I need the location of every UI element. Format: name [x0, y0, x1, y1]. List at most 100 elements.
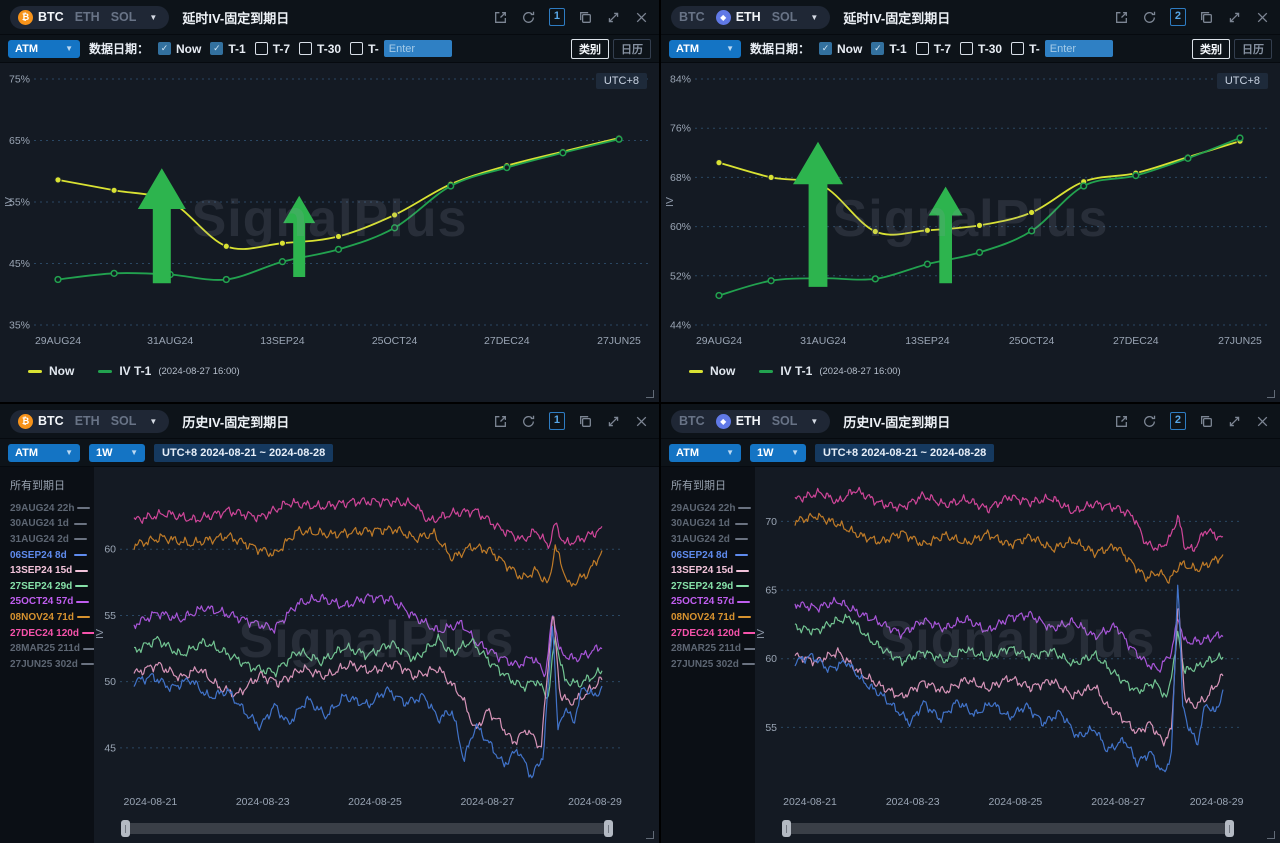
tab-btc[interactable]: BTC: [679, 10, 705, 24]
checkbox-checked[interactable]: ✓: [158, 42, 171, 55]
close-icon[interactable]: [1255, 10, 1270, 25]
strike-select[interactable]: ATM▼: [8, 444, 80, 462]
range-slider-left-handle[interactable]: [121, 820, 130, 837]
tab-sol[interactable]: SOL: [772, 414, 798, 428]
expiry-item[interactable]: 31AUG24 2d: [10, 533, 87, 546]
date-checkbox-t-7[interactable]: ✓T-7: [916, 42, 951, 56]
expiry-item[interactable]: 27DEC24 120d: [671, 627, 748, 640]
resize-corner-icon[interactable]: [1267, 390, 1275, 398]
open-in-new-icon[interactable]: [1114, 10, 1129, 25]
view-button-category[interactable]: 类别: [571, 39, 609, 59]
expiry-item[interactable]: 13SEP24 15d: [10, 564, 87, 577]
duplicate-icon[interactable]: [1199, 10, 1214, 25]
tab-btc[interactable]: BTC: [679, 414, 705, 428]
tab-eth[interactable]: ETH: [75, 414, 100, 428]
date-range-chip[interactable]: UTC+8 2024-08-21 ~ 2024-08-28: [154, 444, 333, 462]
period-select[interactable]: 1W▼: [750, 444, 806, 462]
date-checkbox-t-30[interactable]: ✓T-30: [299, 42, 341, 56]
expiry-item[interactable]: 28MAR25 211d: [10, 642, 87, 655]
checkbox-checked[interactable]: ✓: [210, 42, 223, 55]
expiry-item[interactable]: 25OCT24 57d: [10, 596, 87, 609]
range-slider-right-handle[interactable]: [1225, 820, 1234, 837]
date-range-chip[interactable]: UTC+8 2024-08-21 ~ 2024-08-28: [815, 444, 994, 462]
legend-item[interactable]: Now: [689, 364, 735, 378]
duplicate-icon[interactable]: [1199, 414, 1214, 429]
chevron-down-icon[interactable]: ▼: [810, 417, 818, 426]
tab-sol[interactable]: SOL: [111, 10, 137, 24]
checkbox-unchecked[interactable]: ✓: [960, 42, 973, 55]
duplicate-icon[interactable]: [578, 10, 593, 25]
time-range-slider[interactable]: [783, 823, 1233, 834]
open-in-new-icon[interactable]: [1114, 414, 1129, 429]
date-checkbox-t-1[interactable]: ✓T-1: [210, 42, 245, 56]
strike-select[interactable]: ATM▼: [669, 40, 741, 58]
iv-term-structure-chart[interactable]: 84%76%68%60%52%44%IV29AUG2431AUG2413SEP2…: [661, 63, 1280, 402]
date-checkbox-t-[interactable]: ✓T-: [1011, 42, 1040, 56]
expiry-item[interactable]: 08NOV24 71d: [671, 611, 748, 624]
strike-select[interactable]: ATM▼: [8, 40, 80, 58]
resize-corner-icon[interactable]: [646, 390, 654, 398]
time-range-slider[interactable]: [122, 823, 612, 834]
fullscreen-icon[interactable]: [1227, 10, 1242, 25]
window-number-badge[interactable]: 1: [549, 8, 565, 26]
fullscreen-icon[interactable]: [606, 10, 621, 25]
tab-sol[interactable]: SOL: [111, 414, 137, 428]
iv-term-structure-chart[interactable]: 75%65%55%45%35%IV29AUG2431AUG2413SEP2425…: [0, 63, 659, 402]
tab-eth[interactable]: ◆ETH: [716, 10, 761, 25]
view-button-calendar[interactable]: 日历: [613, 39, 651, 59]
fullscreen-icon[interactable]: [1227, 414, 1242, 429]
view-button-category[interactable]: 类别: [1192, 39, 1230, 59]
range-slider-right-handle[interactable]: [604, 820, 613, 837]
date-checkbox-t-[interactable]: ✓T-: [350, 42, 379, 56]
checkbox-checked[interactable]: ✓: [871, 42, 884, 55]
expiry-item[interactable]: 29AUG24 22h: [10, 502, 87, 515]
chevron-down-icon[interactable]: ▼: [149, 417, 157, 426]
checkbox-unchecked[interactable]: ✓: [350, 42, 363, 55]
expiry-item[interactable]: 27JUN25 302d: [671, 658, 748, 671]
open-in-new-icon[interactable]: [493, 414, 508, 429]
open-in-new-icon[interactable]: [493, 10, 508, 25]
expiry-item[interactable]: 06SEP24 8d: [671, 549, 748, 562]
close-icon[interactable]: [1255, 414, 1270, 429]
resize-corner-icon[interactable]: [1267, 831, 1275, 839]
duplicate-icon[interactable]: [578, 414, 593, 429]
expiry-item[interactable]: 08NOV24 71d: [10, 611, 87, 624]
close-icon[interactable]: [634, 414, 649, 429]
expiry-item[interactable]: 27SEP24 29d: [10, 580, 87, 593]
tab-btc[interactable]: ₿BTC: [18, 10, 64, 25]
expiry-item[interactable]: 27DEC24 120d: [10, 627, 87, 640]
window-number-badge[interactable]: 2: [1170, 412, 1186, 430]
tab-sol[interactable]: SOL: [772, 10, 798, 24]
close-icon[interactable]: [634, 10, 649, 25]
date-checkbox-t-30[interactable]: ✓T-30: [960, 42, 1002, 56]
tab-eth[interactable]: ◆ETH: [716, 414, 761, 429]
checkbox-unchecked[interactable]: ✓: [916, 42, 929, 55]
view-button-calendar[interactable]: 日历: [1234, 39, 1272, 59]
expiry-item[interactable]: 29AUG24 22h: [671, 502, 748, 515]
checkbox-unchecked[interactable]: ✓: [255, 42, 268, 55]
expiry-item[interactable]: 06SEP24 8d: [10, 549, 87, 562]
custom-date-input[interactable]: [384, 40, 452, 57]
date-checkbox-t-1[interactable]: ✓T-1: [871, 42, 906, 56]
iv-history-chart[interactable]: 60555045IV2024-08-212024-08-232024-08-25…: [94, 467, 659, 843]
expiry-item[interactable]: 27JUN25 302d: [10, 658, 87, 671]
refresh-icon[interactable]: [521, 414, 536, 429]
expiry-item[interactable]: 25OCT24 57d: [671, 596, 748, 609]
refresh-icon[interactable]: [1142, 10, 1157, 25]
tab-eth[interactable]: ETH: [75, 10, 100, 24]
expiry-item[interactable]: 30AUG24 1d: [671, 518, 748, 531]
range-slider-left-handle[interactable]: [782, 820, 791, 837]
expiry-item[interactable]: 31AUG24 2d: [671, 533, 748, 546]
tab-btc[interactable]: ₿BTC: [18, 414, 64, 429]
custom-date-input[interactable]: [1045, 40, 1113, 57]
iv-history-chart[interactable]: 70656055IV2024-08-212024-08-232024-08-25…: [755, 467, 1280, 843]
legend-item[interactable]: Now: [28, 364, 74, 378]
refresh-icon[interactable]: [521, 10, 536, 25]
date-checkbox-now[interactable]: ✓Now: [158, 42, 201, 56]
expiry-item[interactable]: 30AUG24 1d: [10, 518, 87, 531]
refresh-icon[interactable]: [1142, 414, 1157, 429]
date-checkbox-t-7[interactable]: ✓T-7: [255, 42, 290, 56]
window-number-badge[interactable]: 1: [549, 412, 565, 430]
chevron-down-icon[interactable]: ▼: [149, 13, 157, 22]
checkbox-checked[interactable]: ✓: [819, 42, 832, 55]
